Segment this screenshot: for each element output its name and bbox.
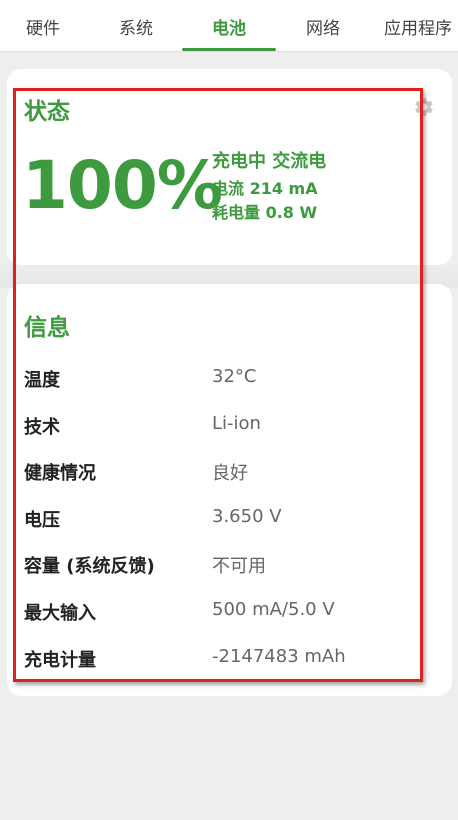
info-key-health: 健康情况 — [24, 463, 96, 484]
info-title: 信息 — [24, 315, 70, 341]
power-consumption: 耗电量 0.8 W — [212, 203, 318, 222]
tab-battery[interactable]: 电池 — [182, 0, 276, 52]
info-card — [7, 284, 452, 696]
charging-current: 电流 214 mA — [212, 179, 318, 198]
info-value-temperature: 32°C — [212, 366, 257, 387]
info-value-technology: Li-ion — [212, 413, 261, 434]
info-value-health: 良好 — [212, 463, 248, 484]
info-value-max-input: 500 mA/5.0 V — [212, 599, 335, 620]
info-value-capacity: 不可用 — [212, 556, 266, 577]
info-value-charge-counter: -2147483 mAh — [212, 646, 346, 667]
active-tab-indicator — [182, 48, 276, 51]
tab-bar: 硬件 系统 电池 网络 应用程序 — [0, 0, 458, 52]
gear-icon[interactable] — [413, 96, 435, 118]
info-key-capacity: 容量 (系统反馈) — [24, 556, 155, 577]
info-key-technology: 技术 — [24, 417, 60, 438]
status-title: 状态 — [24, 99, 70, 125]
tab-network[interactable]: 网络 — [278, 0, 368, 52]
info-key-temperature: 温度 — [24, 370, 60, 391]
battery-percent: 100% — [22, 147, 223, 224]
info-value-voltage: 3.650 V — [212, 506, 282, 527]
tab-apps[interactable]: 应用程序 — [372, 0, 458, 52]
info-key-charge-counter: 充电计量 — [24, 650, 96, 671]
tab-hardware[interactable]: 硬件 — [4, 0, 82, 52]
info-key-max-input: 最大输入 — [24, 603, 96, 624]
tab-system[interactable]: 系统 — [90, 0, 182, 52]
info-key-voltage: 电压 — [24, 510, 60, 531]
charging-status: 充电中 交流电 — [212, 151, 327, 172]
